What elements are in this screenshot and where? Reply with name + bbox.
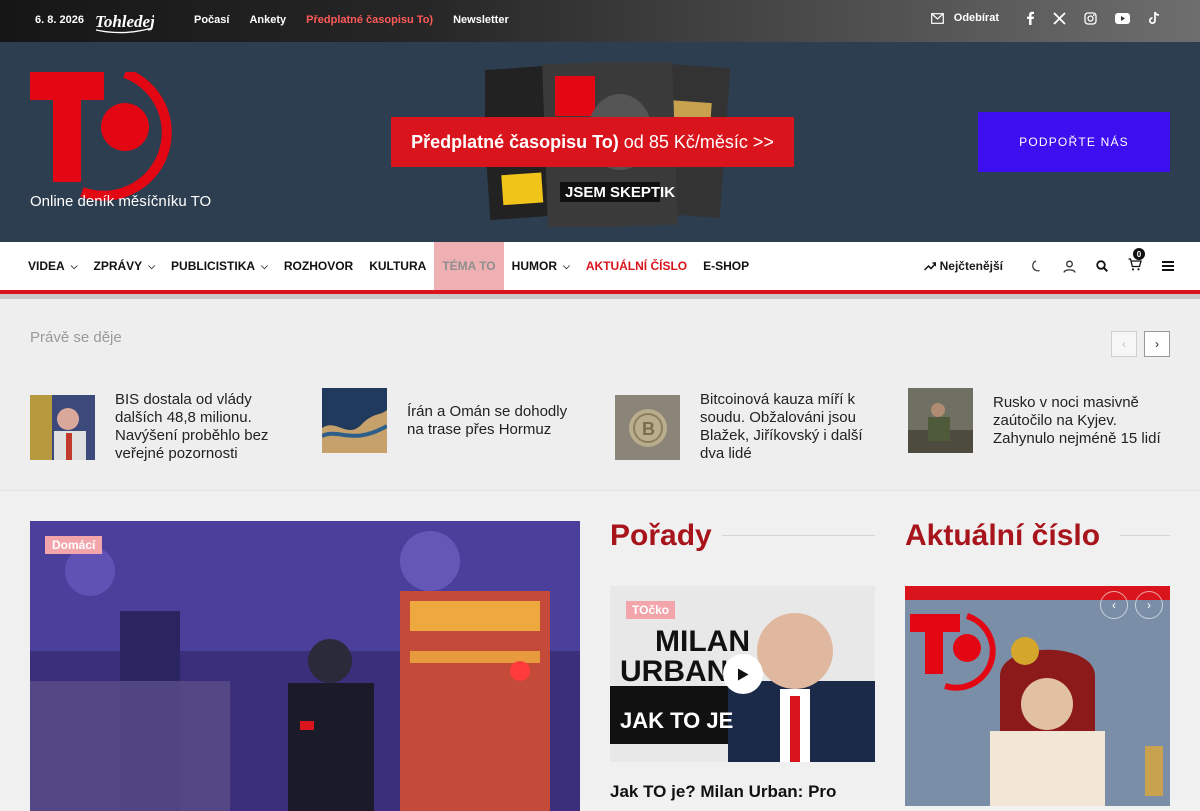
- section-divider: [722, 535, 875, 536]
- subscribe-link[interactable]: Odebírat: [930, 12, 999, 24]
- current-issue-cover[interactable]: ‹ ›: [905, 586, 1170, 806]
- nav-label: ROZHOVOR: [283, 259, 354, 273]
- nav-aktualni-cislo[interactable]: AKTUÁLNÍ ČÍSLO: [578, 242, 695, 290]
- cart-button[interactable]: 0: [1128, 248, 1145, 274]
- news-thumbnail: [908, 388, 973, 453]
- top-nav-polls[interactable]: Ankety: [249, 14, 286, 26]
- chevron-down-icon: ⌵: [261, 261, 268, 271]
- nav-rozhovor[interactable]: ROZHOVOR: [276, 242, 361, 290]
- nav-label: VIDEA: [28, 259, 65, 273]
- nav-label: PUBLICISTIKA: [171, 259, 256, 273]
- youtube-icon[interactable]: [1115, 12, 1130, 24]
- nav-kultura[interactable]: KULTURA: [361, 242, 434, 290]
- play-button[interactable]: [723, 654, 763, 694]
- svg-text:JSEM SKEPTIK: JSEM SKEPTIK: [565, 184, 675, 201]
- facebook-icon[interactable]: [1025, 11, 1035, 25]
- chevron-left-icon: ‹: [1122, 337, 1126, 351]
- user-icon[interactable]: [1063, 260, 1076, 273]
- news-thumbnail: [322, 388, 387, 453]
- tohledej-logo[interactable]: Tohledej: [94, 8, 154, 34]
- nav-label: KULTURA: [369, 259, 427, 273]
- support-us-button[interactable]: PODPOŘTE NÁS: [978, 112, 1170, 172]
- svg-text:URBAN: URBAN: [620, 655, 728, 688]
- prev-slide-button[interactable]: ‹: [1111, 331, 1137, 357]
- cart-count-badge: 0: [1133, 248, 1145, 260]
- nav-label: AKTUÁLNÍ ČÍSLO: [585, 259, 688, 273]
- nav-label: HUMOR: [511, 259, 557, 273]
- news-headline: Bitcoinová kauza míří k soudu. Obžalován…: [700, 391, 863, 462]
- promo-price-text: od 85 Kč/měsíc >>: [623, 131, 774, 152]
- nav-videa[interactable]: VIDEA ⌵: [20, 242, 86, 290]
- shows-section-title: Pořady: [610, 519, 712, 552]
- news-headline: Rusko v noci masivně zaútočilo na Kyjev.…: [993, 393, 1161, 447]
- nav-tema-to[interactable]: TÉMA TO: [434, 242, 504, 290]
- next-slide-button[interactable]: ›: [1144, 331, 1170, 357]
- chevron-right-icon: ›: [1147, 598, 1151, 612]
- nav-label: E-SHOP: [703, 259, 750, 273]
- top-nav-subscription[interactable]: Předplatné časopisu To): [306, 14, 433, 26]
- top-nav-newsletter[interactable]: Newsletter: [453, 14, 509, 26]
- instagram-icon[interactable]: [1084, 11, 1097, 25]
- chevron-down-icon: ⌵: [562, 261, 570, 271]
- x-icon[interactable]: [1053, 11, 1066, 25]
- show-video-card[interactable]: MILAN URBAN JAK TO JE TOčko: [610, 586, 875, 762]
- search-icon[interactable]: [1096, 260, 1108, 272]
- svg-text:B: B: [642, 419, 655, 439]
- issue-next-button[interactable]: ›: [1135, 591, 1163, 619]
- news-thumbnail: B: [615, 394, 680, 460]
- issue-section-title: Aktuální číslo: [905, 519, 1101, 552]
- show-category-badge[interactable]: TOčko: [626, 601, 676, 619]
- news-item[interactable]: B Bitcoinová kauza míří k soudu. Obžalov…: [615, 391, 875, 463]
- hero-image: [30, 521, 580, 811]
- svg-text:JAK TO JE: JAK TO JE: [620, 708, 733, 733]
- hero-article[interactable]: Domácí: [30, 521, 580, 811]
- chevron-right-icon: ›: [1155, 337, 1159, 351]
- svg-text:MILAN: MILAN: [655, 625, 750, 658]
- subscribe-label: Odebírat: [953, 12, 999, 24]
- trending-icon: [923, 261, 936, 271]
- chevron-down-icon: ⌵: [148, 261, 156, 271]
- news-item[interactable]: Írán a Omán se dohodly na trase přes Hor…: [322, 388, 582, 453]
- menu-icon[interactable]: [1162, 261, 1174, 271]
- tiktok-icon[interactable]: [1148, 11, 1160, 25]
- show-headline[interactable]: Jak TO je? Milan Urban: Pro: [610, 782, 836, 802]
- top-bar: 6. 8. 2026 Tohledej Počasí Ankety Předpl…: [0, 0, 1200, 42]
- top-social: Odebírat: [930, 11, 1160, 25]
- news-headline: BIS dostala od vlády dalších 48,8 milion…: [115, 391, 269, 462]
- nav-zpravy[interactable]: ZPRÁVY ⌵: [86, 242, 164, 290]
- top-nav-weather[interactable]: Počasí: [194, 14, 229, 26]
- current-date: 6. 8. 2026: [35, 14, 84, 26]
- nav-label: ZPRÁVY: [93, 259, 143, 273]
- issue-cover-image: [905, 586, 1170, 806]
- nav-publicistika[interactable]: PUBLICISTIKA ⌵: [163, 242, 276, 290]
- site-header: Online deník měsíčníku TO JSEM SKEPTIK P…: [0, 42, 1200, 242]
- breaking-label: Právě se děje: [30, 329, 122, 346]
- trending-link[interactable]: Nejčtenější: [923, 259, 1003, 273]
- cart-icon: [1128, 258, 1142, 271]
- issue-prev-button[interactable]: ‹: [1100, 591, 1128, 619]
- moon-icon[interactable]: [1031, 260, 1043, 272]
- news-item[interactable]: Rusko v noci masivně zaútočilo na Kyjev.…: [908, 388, 1163, 453]
- chevron-down-icon: ⌵: [70, 261, 78, 271]
- top-nav: Počasí Ankety Předplatné časopisu To) Ne…: [194, 14, 509, 26]
- breaking-news: Právě se děje ‹ › BIS dostala od vlády d…: [0, 299, 1200, 491]
- main-nav: VIDEA ⌵ ZPRÁVY ⌵ PUBLICISTIKA ⌵ ROZHOVOR KU…: [0, 242, 1200, 299]
- nav-label: TÉMA TO: [442, 259, 496, 273]
- news-item[interactable]: BIS dostala od vlády dalších 48,8 milion…: [30, 391, 290, 463]
- category-badge[interactable]: Domácí: [45, 536, 103, 554]
- site-tagline: Online deník měsíčníku TO: [30, 193, 212, 210]
- section-divider: [1120, 535, 1170, 536]
- trending-label: Nejčtenější: [939, 259, 1003, 273]
- promo-bold-text: Předplatné časopisu To): [411, 131, 619, 152]
- news-thumbnail: [30, 394, 95, 460]
- play-icon: [738, 668, 749, 680]
- news-headline: Írán a Omán se dohodly na trase přes Hor…: [407, 402, 568, 438]
- nav-humor[interactable]: HUMOR ⌵: [504, 242, 578, 290]
- svg-text:Tohledej: Tohledej: [95, 12, 154, 31]
- main-content: Domácí Pořady MILAN URBAN JAK TO JE TOčk…: [0, 491, 1200, 811]
- mail-icon: [930, 12, 944, 24]
- nav-eshop[interactable]: E-SHOP: [695, 242, 757, 290]
- chevron-left-icon: ‹: [1112, 598, 1116, 612]
- subscription-promo-button[interactable]: Předplatné časopisu To) od 85 Kč/měsíc >…: [391, 117, 794, 167]
